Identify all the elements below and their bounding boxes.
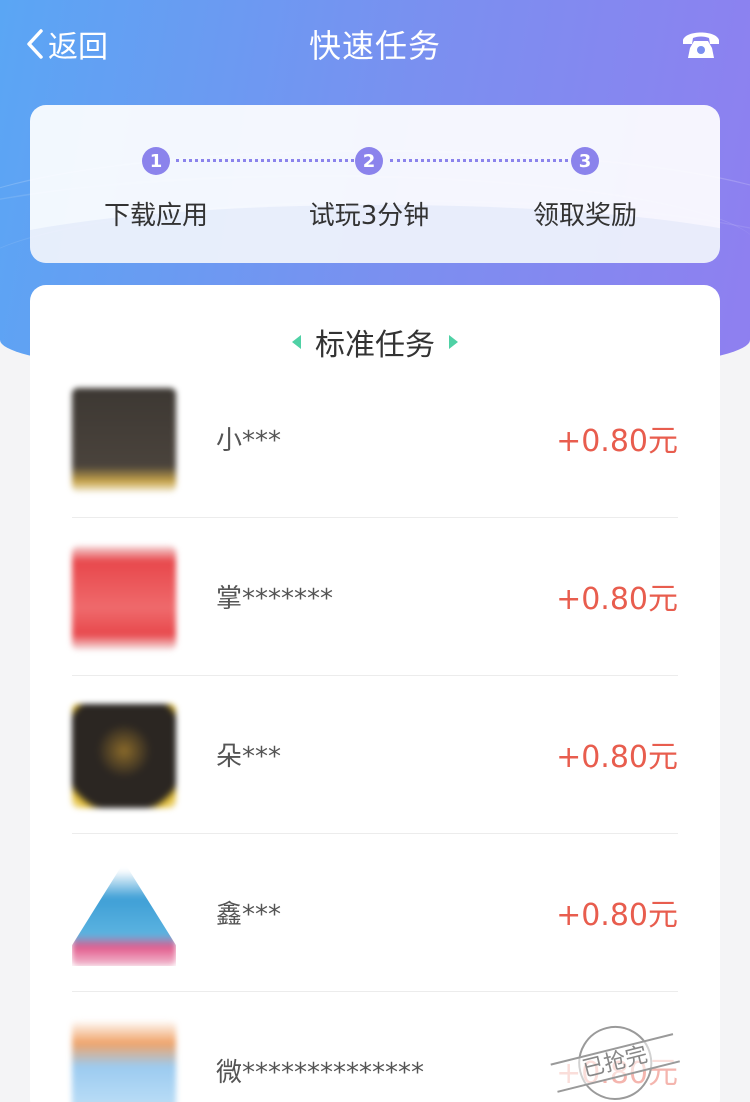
step-1-label: 下载应用 — [103, 201, 208, 231]
task-name: 鑫*** — [216, 900, 282, 930]
step-2-label: 试玩3分钟 — [308, 201, 430, 231]
back-label: 返回 — [48, 30, 108, 65]
phone-icon[interactable] — [680, 24, 722, 64]
app-thumbnail — [72, 862, 176, 966]
task-name: 微************** — [216, 1058, 425, 1088]
app-thumbnail — [72, 704, 176, 808]
app-thumbnail — [72, 546, 176, 650]
task-reward: +0.80元 — [556, 582, 678, 617]
step-connector — [176, 159, 354, 163]
step-3-badge: 3 — [571, 147, 599, 175]
task-row[interactable]: 掌******* +0.80元 — [72, 518, 678, 676]
back-button[interactable]: 返回 — [24, 22, 108, 66]
chevron-left-icon — [27, 29, 43, 59]
triangle-left-icon — [292, 335, 301, 349]
task-name: 朵*** — [216, 742, 282, 772]
app-thumbnail — [72, 1020, 176, 1102]
step-2-badge: 2 — [355, 147, 383, 175]
section-title: 标准任务 — [315, 328, 435, 363]
task-reward: +0.80元 — [556, 740, 678, 775]
step-3-label: 领取奖励 — [532, 201, 637, 231]
page-title: 快速任务 — [308, 27, 441, 65]
step-1-badge: 1 — [142, 147, 170, 175]
task-row[interactable]: 鑫*** +0.80元 — [72, 834, 678, 992]
task-reward: +0.80元 — [556, 424, 678, 459]
section-header: 标准任务 — [0, 320, 750, 364]
steps-card — [30, 105, 720, 263]
task-name: 小*** — [216, 426, 282, 456]
task-reward: +0.80元 — [556, 898, 678, 933]
triangle-right-icon — [449, 335, 458, 349]
task-row[interactable]: 朵*** +0.80元 — [72, 676, 678, 834]
step-connector — [390, 159, 568, 163]
task-name: 掌******* — [216, 584, 334, 614]
task-row[interactable]: 小*** +0.80元 — [72, 360, 678, 518]
app-thumbnail — [72, 388, 176, 492]
top-bar: 返回 快速任务 — [0, 0, 750, 88]
task-row[interactable]: 微************** +0.80元 已抢完 — [72, 992, 680, 1102]
